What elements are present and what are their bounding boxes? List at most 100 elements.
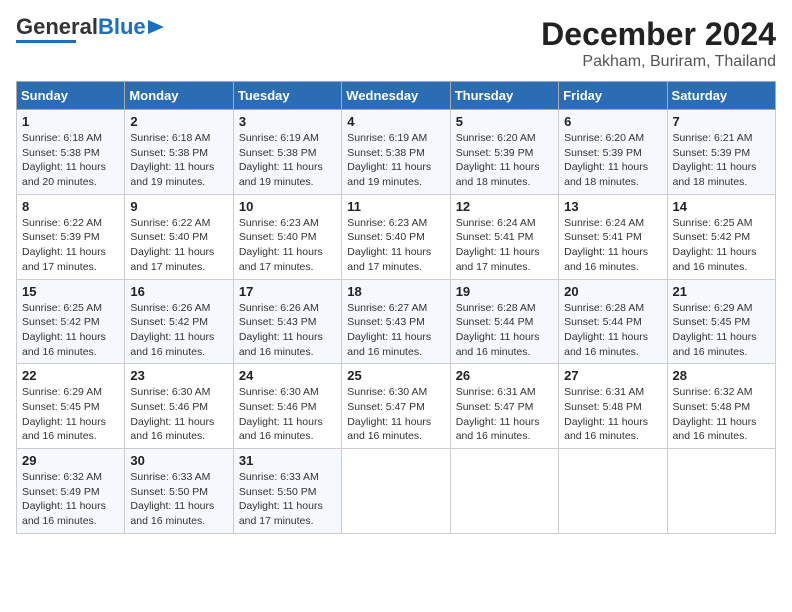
calendar-week-row: 1 Sunrise: 6:18 AM Sunset: 5:38 PM Daylig… — [17, 110, 776, 195]
day-detail: Sunrise: 6:31 AM Sunset: 5:47 PM Dayligh… — [456, 385, 553, 444]
calendar-day-cell: 5Sunrise: 6:20 AM Sunset: 5:39 PM Daylig… — [450, 110, 558, 195]
calendar-day-cell: 21 Sunrise: 6:29 AM Sunset: 5:45 PM Dayli… — [667, 279, 775, 364]
day-detail: Sunrise: 6:29 AM Sunset: 5:45 PM Dayligh… — [673, 301, 770, 360]
day-detail: Sunrise: 6:28 AM Sunset: 5:44 PM Dayligh… — [456, 301, 553, 360]
calendar-title: December 2024 — [541, 16, 776, 53]
title-block: December 2024 Pakham, Buriram, Thailand — [541, 16, 776, 71]
day-number: 28 — [673, 368, 770, 383]
calendar-week-row: 22 Sunrise: 6:29 AM Sunset: 5:45 PM Dayli… — [17, 364, 776, 449]
day-detail: Sunrise: 6:33 AM Sunset: 5:50 PM Dayligh… — [239, 470, 336, 529]
day-number: 5 — [456, 114, 553, 129]
day-number: 13 — [564, 199, 661, 214]
day-number: 12 — [456, 199, 553, 214]
day-detail: Sunrise: 6:18 AM Sunset: 5:38 PM Dayligh… — [22, 131, 119, 190]
day-number: 30 — [130, 453, 227, 468]
calendar-day-cell: 12 Sunrise: 6:24 AM Sunset: 5:41 PM Dayli… — [450, 194, 558, 279]
day-detail: Sunrise: 6:18 AM Sunset: 5:38 PM Dayligh… — [130, 131, 227, 190]
calendar-day-cell: 4Sunrise: 6:19 AM Sunset: 5:38 PM Daylig… — [342, 110, 450, 195]
day-detail: Sunrise: 6:29 AM Sunset: 5:45 PM Dayligh… — [22, 385, 119, 444]
day-detail: Sunrise: 6:26 AM Sunset: 5:42 PM Dayligh… — [130, 301, 227, 360]
calendar-day-cell: 8 Sunrise: 6:22 AM Sunset: 5:39 PM Daylig… — [17, 194, 125, 279]
calendar-day-cell: 22 Sunrise: 6:29 AM Sunset: 5:45 PM Dayli… — [17, 364, 125, 449]
calendar-day-cell: 15 Sunrise: 6:25 AM Sunset: 5:42 PM Dayli… — [17, 279, 125, 364]
calendar-day-cell: 1 Sunrise: 6:18 AM Sunset: 5:38 PM Daylig… — [17, 110, 125, 195]
day-detail: Sunrise: 6:24 AM Sunset: 5:41 PM Dayligh… — [564, 216, 661, 275]
calendar-day-cell: 28 Sunrise: 6:32 AM Sunset: 5:48 PM Dayli… — [667, 364, 775, 449]
day-detail: Sunrise: 6:19 AM Sunset: 5:38 PM Dayligh… — [347, 131, 444, 190]
calendar-day-cell: 23Sunrise: 6:30 AM Sunset: 5:46 PM Dayli… — [125, 364, 233, 449]
day-number: 10 — [239, 199, 336, 214]
day-number: 15 — [22, 284, 119, 299]
day-number: 26 — [456, 368, 553, 383]
day-number: 1 — [22, 114, 119, 129]
day-of-week-header: Tuesday — [233, 82, 341, 110]
day-number: 18 — [347, 284, 444, 299]
calendar-day-cell: 14Sunrise: 6:25 AM Sunset: 5:42 PM Dayli… — [667, 194, 775, 279]
day-of-week-header: Monday — [125, 82, 233, 110]
day-number: 20 — [564, 284, 661, 299]
day-detail: Sunrise: 6:28 AM Sunset: 5:44 PM Dayligh… — [564, 301, 661, 360]
day-detail: Sunrise: 6:30 AM Sunset: 5:46 PM Dayligh… — [130, 385, 227, 444]
calendar-day-cell: 17 Sunrise: 6:26 AM Sunset: 5:43 PM Dayli… — [233, 279, 341, 364]
day-number: 11 — [347, 199, 444, 214]
page-header: GeneralBlue December 2024 Pakham, Burira… — [16, 16, 776, 71]
day-detail: Sunrise: 6:23 AM Sunset: 5:40 PM Dayligh… — [239, 216, 336, 275]
calendar-day-cell: 6 Sunrise: 6:20 AM Sunset: 5:39 PM Daylig… — [559, 110, 667, 195]
day-detail: Sunrise: 6:32 AM Sunset: 5:49 PM Dayligh… — [22, 470, 119, 529]
calendar-day-cell: 19 Sunrise: 6:28 AM Sunset: 5:44 PM Dayli… — [450, 279, 558, 364]
day-detail: Sunrise: 6:25 AM Sunset: 5:42 PM Dayligh… — [22, 301, 119, 360]
day-detail: Sunrise: 6:19 AM Sunset: 5:38 PM Dayligh… — [239, 131, 336, 190]
calendar-day-cell: 29 Sunrise: 6:32 AM Sunset: 5:49 PM Dayli… — [17, 449, 125, 534]
logo: GeneralBlue — [16, 16, 166, 43]
calendar-week-row: 15 Sunrise: 6:25 AM Sunset: 5:42 PM Dayli… — [17, 279, 776, 364]
day-detail: Sunrise: 6:30 AM Sunset: 5:47 PM Dayligh… — [347, 385, 444, 444]
day-detail: Sunrise: 6:21 AM Sunset: 5:39 PM Dayligh… — [673, 131, 770, 190]
calendar-day-cell: 11 Sunrise: 6:23 AM Sunset: 5:40 PM Dayli… — [342, 194, 450, 279]
day-detail: Sunrise: 6:26 AM Sunset: 5:43 PM Dayligh… — [239, 301, 336, 360]
day-number: 8 — [22, 199, 119, 214]
calendar-day-cell — [667, 449, 775, 534]
calendar-day-cell: 3 Sunrise: 6:19 AM Sunset: 5:38 PM Daylig… — [233, 110, 341, 195]
calendar-day-cell: 10 Sunrise: 6:23 AM Sunset: 5:40 PM Dayli… — [233, 194, 341, 279]
day-number: 3 — [239, 114, 336, 129]
calendar-day-cell: 30Sunrise: 6:33 AM Sunset: 5:50 PM Dayli… — [125, 449, 233, 534]
day-number: 27 — [564, 368, 661, 383]
calendar-week-row: 29 Sunrise: 6:32 AM Sunset: 5:49 PM Dayli… — [17, 449, 776, 534]
day-number: 7 — [673, 114, 770, 129]
day-detail: Sunrise: 6:22 AM Sunset: 5:39 PM Dayligh… — [22, 216, 119, 275]
day-number: 19 — [456, 284, 553, 299]
day-detail: Sunrise: 6:30 AM Sunset: 5:46 PM Dayligh… — [239, 385, 336, 444]
day-number: 31 — [239, 453, 336, 468]
calendar-day-cell: 2Sunrise: 6:18 AM Sunset: 5:38 PM Daylig… — [125, 110, 233, 195]
calendar-day-cell: 20 Sunrise: 6:28 AM Sunset: 5:44 PM Dayli… — [559, 279, 667, 364]
calendar-day-cell: 27 Sunrise: 6:31 AM Sunset: 5:48 PM Dayli… — [559, 364, 667, 449]
day-number: 6 — [564, 114, 661, 129]
calendar-day-cell: 7 Sunrise: 6:21 AM Sunset: 5:39 PM Daylig… — [667, 110, 775, 195]
day-of-week-header: Wednesday — [342, 82, 450, 110]
calendar-day-cell: 9Sunrise: 6:22 AM Sunset: 5:40 PM Daylig… — [125, 194, 233, 279]
day-detail: Sunrise: 6:31 AM Sunset: 5:48 PM Dayligh… — [564, 385, 661, 444]
logo-arrow-icon — [148, 18, 166, 36]
day-of-week-header: Friday — [559, 82, 667, 110]
day-number: 24 — [239, 368, 336, 383]
day-detail: Sunrise: 6:24 AM Sunset: 5:41 PM Dayligh… — [456, 216, 553, 275]
days-header-row: SundayMondayTuesdayWednesdayThursdayFrid… — [17, 82, 776, 110]
calendar-day-cell — [450, 449, 558, 534]
day-detail: Sunrise: 6:20 AM Sunset: 5:39 PM Dayligh… — [564, 131, 661, 190]
day-number: 9 — [130, 199, 227, 214]
day-of-week-header: Thursday — [450, 82, 558, 110]
day-number: 17 — [239, 284, 336, 299]
calendar-day-cell: 26 Sunrise: 6:31 AM Sunset: 5:47 PM Dayli… — [450, 364, 558, 449]
day-number: 29 — [22, 453, 119, 468]
calendar-day-cell: 31 Sunrise: 6:33 AM Sunset: 5:50 PM Dayli… — [233, 449, 341, 534]
day-number: 22 — [22, 368, 119, 383]
day-detail: Sunrise: 6:23 AM Sunset: 5:40 PM Dayligh… — [347, 216, 444, 275]
day-of-week-header: Sunday — [17, 82, 125, 110]
day-number: 21 — [673, 284, 770, 299]
day-number: 16 — [130, 284, 227, 299]
calendar-day-cell: 24 Sunrise: 6:30 AM Sunset: 5:46 PM Dayli… — [233, 364, 341, 449]
calendar-day-cell: 13 Sunrise: 6:24 AM Sunset: 5:41 PM Dayli… — [559, 194, 667, 279]
calendar-subtitle: Pakham, Buriram, Thailand — [541, 53, 776, 71]
day-detail: Sunrise: 6:32 AM Sunset: 5:48 PM Dayligh… — [673, 385, 770, 444]
day-number: 25 — [347, 368, 444, 383]
